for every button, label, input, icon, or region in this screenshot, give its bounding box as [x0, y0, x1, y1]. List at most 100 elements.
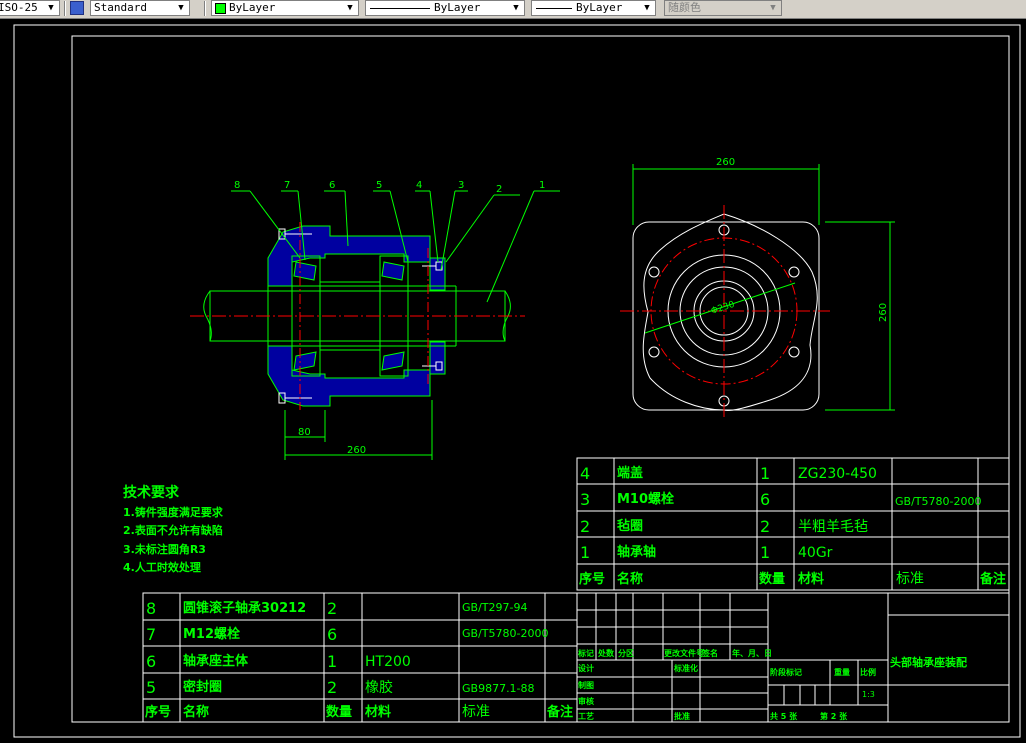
leader-label: 6 [329, 180, 335, 191]
bom-standard: GB/T5780-2000 [895, 495, 981, 508]
chevron-down-icon[interactable]: ▼ [45, 1, 57, 15]
bom-header-standard: 标准 [896, 571, 924, 587]
bom-name: 轴承轴 [617, 544, 656, 560]
side-view: Φ230 260 260 [620, 157, 895, 420]
dim-height: 260 [878, 303, 889, 322]
bom-header-no: 序号 [579, 571, 605, 587]
rev-label: 年、月、日 [732, 648, 772, 658]
section-view: 8 7 6 5 4 3 2 1 80 260 [190, 180, 560, 460]
drawing-canvas[interactable]: 8 7 6 5 4 3 2 1 80 260 Φ230 260 260 技术要求… [0, 19, 1026, 743]
layer-color-combo[interactable]: ByLayer ▼ [211, 0, 359, 16]
bom-material: 半粗羊毛毡 [798, 519, 868, 535]
bom-material: ZG230-450 [798, 466, 877, 482]
dim-260: 260 [347, 445, 366, 456]
chevron-down-icon[interactable]: ▼ [344, 1, 356, 15]
bom-name: 密封圈 [182, 679, 222, 695]
bom-header-name: 名称 [617, 571, 643, 587]
bom-header-name: 名称 [183, 704, 209, 720]
linetype-value: ByLayer [434, 1, 481, 14]
toolbar-separator [64, 1, 66, 16]
rev-label: 标记 [577, 648, 594, 658]
bom-name: 圆锥滚子轴承30212 [183, 600, 306, 616]
bom-qty: 1 [760, 543, 770, 562]
dim-width: 260 [716, 157, 735, 168]
leader-label: 1 [539, 180, 545, 191]
bom-no: 3 [580, 490, 590, 509]
approve-label: 批准 [674, 711, 690, 721]
tech-title: 技术要求 [123, 484, 180, 501]
bom-qty: 1 [327, 652, 337, 671]
textstyle-value: Standard [94, 1, 147, 14]
dimstyle-value: ISO-25 [0, 1, 38, 14]
chevron-down-icon[interactable]: ▼ [641, 1, 653, 15]
bom-material: HT200 [365, 654, 411, 670]
bom-header-material: 材料 [365, 704, 391, 720]
bom-header-note: 备注 [979, 571, 1006, 587]
flange-square [632, 221, 820, 411]
bom-header-note: 备注 [546, 704, 573, 720]
bom-standard: GB9877.1-88 [462, 682, 535, 695]
standardization-label: 标准化 [673, 663, 698, 673]
color-swatch-icon [215, 3, 226, 14]
role-label: 设计 [578, 663, 594, 673]
tech-item: 3.未标注圆角R3 [123, 542, 206, 556]
chevron-down-icon[interactable]: ▼ [175, 1, 187, 15]
dimstyle-combo[interactable]: ISO-25 ▼ [0, 0, 60, 16]
bom-qty: 1 [760, 464, 770, 483]
flange-outline [642, 213, 818, 411]
leader-label: 3 [458, 180, 464, 191]
sheet-total: 共 5 张 [770, 711, 798, 721]
bom-no: 8 [146, 599, 156, 618]
sheet-number: 第 2 张 [820, 711, 848, 721]
lineweight-value: ByLayer [576, 1, 623, 14]
bom-name: M12螺栓 [183, 626, 240, 642]
drawing-title: 头部轴承座装配 [890, 655, 967, 669]
bom-name: 端盖 [617, 465, 643, 481]
chevron-down-icon[interactable]: ▼ [510, 1, 522, 15]
bom-qty: 2 [760, 517, 770, 536]
leader-label: 8 [234, 180, 240, 191]
bom-name: M10螺栓 [617, 491, 674, 507]
rev-label: 签名 [701, 648, 718, 658]
bom-header-material: 材料 [798, 571, 824, 587]
scale-value: 1:3 [862, 690, 875, 699]
leader-label: 4 [416, 180, 422, 191]
leader-label: 5 [376, 180, 382, 191]
technical-requirements: 技术要求 1.铸件强度满足要求 2.表面不允许有缺陷 3.未标注圆角R3 4.人… [123, 484, 224, 574]
bom-header-qty: 数量 [326, 704, 352, 720]
line-sample-icon [536, 8, 572, 9]
bom-qty: 2 [327, 599, 337, 618]
chevron-down-icon[interactable]: ▼ [767, 1, 779, 15]
layer-color-value: ByLayer [229, 1, 276, 14]
textstyle-combo[interactable]: Standard ▼ [90, 0, 190, 16]
bom-no: 7 [146, 625, 156, 644]
bom-no: 1 [580, 543, 590, 562]
bom-lower-text: 8 圆锥滚子轴承30212 2 GB/T297-94 7 M12螺栓 6 GB/… [145, 599, 573, 720]
bom-name: 轴承座主体 [183, 653, 249, 669]
dimension-lines-right [632, 164, 895, 411]
weight-label: 重量 [834, 667, 850, 677]
bom-material: 橡胶 [365, 679, 393, 696]
bom-no: 6 [146, 652, 156, 671]
rev-label: 更改文件号 [664, 648, 704, 658]
dim-diameter: Φ230 [710, 300, 736, 317]
stage-label: 阶段标记 [770, 667, 802, 677]
role-label: 工艺 [578, 711, 594, 721]
leader-label: 7 [284, 180, 290, 191]
bom-header-standard: 标准 [462, 704, 490, 720]
lineweight-combo[interactable]: ByLayer ▼ [531, 0, 656, 16]
bom-no: 5 [146, 678, 156, 697]
bom-upper-text: 4 端盖 1 ZG230-450 3 M10螺栓 6 GB/T5780-2000… [579, 464, 1006, 587]
toolbar-separator [204, 1, 206, 16]
bom-header-no: 序号 [145, 704, 171, 720]
linetype-combo[interactable]: ByLayer ▼ [365, 0, 525, 16]
drawing-frame [71, 35, 1010, 723]
bom-qty: 6 [760, 490, 770, 509]
tech-item: 1.铸件强度满足要求 [123, 505, 224, 519]
role-label: 制图 [578, 680, 594, 690]
bom-qty: 6 [327, 625, 337, 644]
plotstyle-combo[interactable]: 随颜色 ▼ [664, 0, 782, 16]
textstyle-icon[interactable] [70, 1, 84, 15]
bom-material: 40Gr [798, 545, 833, 561]
rev-label: 分区 [618, 648, 634, 658]
